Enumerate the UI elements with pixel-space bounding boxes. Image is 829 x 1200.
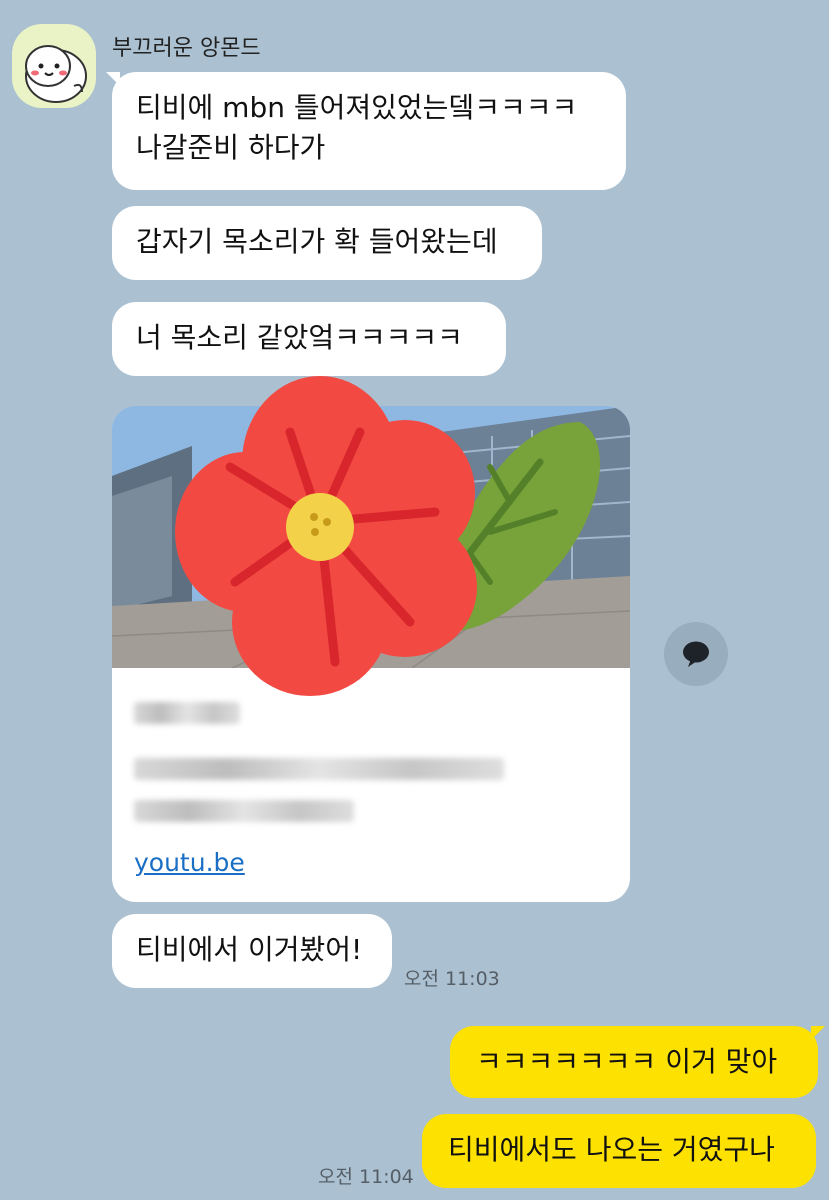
blurred-title (134, 702, 240, 724)
message-text: 티비에서도 나오는 거였구나 (448, 1133, 775, 1166)
message-timestamp: 오전 11:03 (404, 968, 500, 990)
avatar[interactable] (12, 24, 96, 108)
message-text: 갑자기 목소리가 확 들어왔는데 (136, 225, 498, 258)
share-button[interactable] (664, 622, 728, 686)
link-url[interactable]: youtu.be (134, 848, 245, 877)
message-bubble[interactable]: 너 목소리 같았엌ㅋㅋㅋㅋㅋ (112, 302, 506, 376)
blurred-description (134, 758, 504, 780)
message-bubble[interactable]: 티비에서 이거봤어! (112, 914, 392, 988)
blurred-description (134, 800, 354, 822)
speech-bubble-icon (683, 641, 709, 667)
smiling-face-avatar-icon (25, 45, 87, 103)
message-text: 나갈준비 하다가 (136, 131, 326, 164)
message-text: 티비에서 이거봤어! (136, 933, 363, 966)
message-timestamp: 오전 11:04 (318, 1166, 414, 1188)
my-message-bubble[interactable]: 티비에서도 나오는 거였구나 (422, 1114, 816, 1188)
message-bubble[interactable]: 티비에 mbn 틀어져있었는뎈ㅋㅋㅋㅋ 나갈준비 하다가 (112, 72, 626, 190)
red-flower-sticker-icon (175, 376, 600, 696)
message-bubble[interactable]: 갑자기 목소리가 확 들어왔는데 (112, 206, 542, 280)
message-text: ㅋㅋㅋㅋㅋㅋㅋ 이거 맞아 (476, 1045, 778, 1078)
sender-name: 부끄러운 앙몬드 (112, 36, 261, 61)
message-text: 너 목소리 같았엌ㅋㅋㅋㅋㅋ (136, 321, 463, 354)
message-text: 티비에 mbn 틀어져있었는뎈ㅋㅋㅋㅋ (136, 91, 578, 124)
my-message-bubble[interactable]: ㅋㅋㅋㅋㅋㅋㅋ 이거 맞아 (450, 1026, 818, 1098)
